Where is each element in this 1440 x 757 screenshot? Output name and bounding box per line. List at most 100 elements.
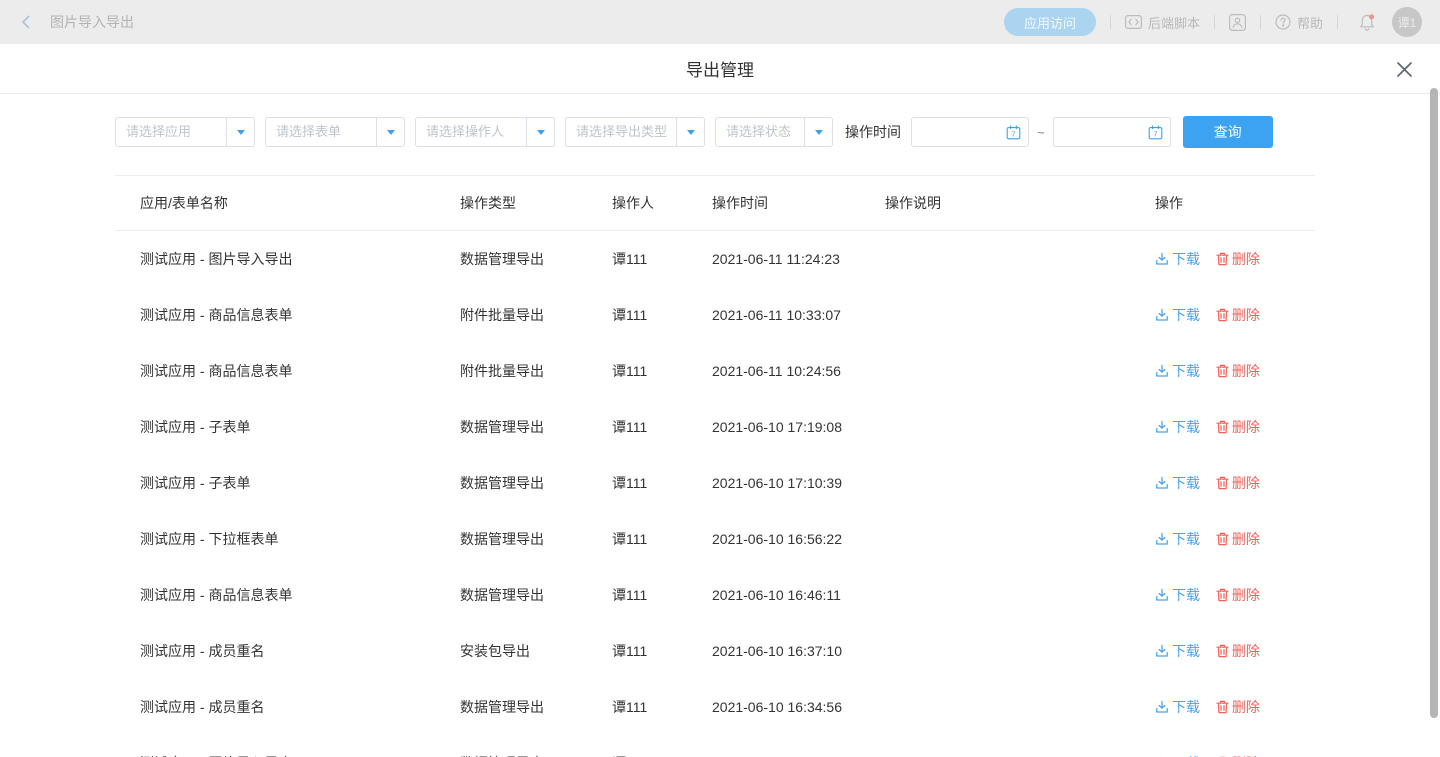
top-header: 图片导入导出 应用访问 后端脚本 帮助 谭1 — [0, 0, 1440, 44]
avatar[interactable]: 谭1 — [1392, 7, 1422, 37]
range-separator: ~ — [1037, 125, 1045, 140]
cell-app-form-name: 测试应用 - 图片导入导出 — [140, 753, 460, 757]
delete-label: 删除 — [1232, 753, 1260, 757]
download-icon — [1155, 252, 1169, 266]
vertical-scrollbar[interactable] — [1430, 88, 1438, 718]
delete-link[interactable]: 删除 — [1216, 249, 1260, 269]
cell-operator: 谭111 — [612, 753, 712, 757]
date-start-input[interactable]: 7 — [911, 117, 1029, 147]
select-placeholder: 请选择导出类型 — [566, 118, 676, 146]
chevron-down-icon[interactable] — [676, 118, 704, 146]
filter-select[interactable]: 请选择导出类型 — [565, 117, 705, 147]
cell-operation-type: 安装包导出 — [460, 641, 612, 661]
chevron-down-icon[interactable] — [376, 118, 404, 146]
delete-link[interactable]: 删除 — [1216, 753, 1260, 757]
table-row: 测试应用 - 商品信息表单 附件批量导出 谭111 2021-06-11 10:… — [115, 287, 1315, 343]
cell-app-form-name: 测试应用 - 子表单 — [140, 417, 460, 437]
delete-link[interactable]: 删除 — [1216, 529, 1260, 549]
select-placeholder: 请选择表单 — [266, 118, 376, 146]
trash-icon — [1216, 364, 1229, 378]
help-label: 帮助 — [1297, 13, 1323, 32]
filter-select[interactable]: 请选择状态 — [715, 117, 833, 147]
cell-operation-type: 附件批量导出 — [460, 361, 612, 381]
download-label: 下载 — [1172, 641, 1200, 661]
table-row: 测试应用 - 成员重名 安装包导出 谭111 2021-06-10 16:37:… — [115, 623, 1315, 679]
svg-text:7: 7 — [1153, 129, 1157, 138]
download-link[interactable]: 下载 — [1155, 417, 1200, 437]
chevron-down-icon[interactable] — [226, 118, 254, 146]
delete-link[interactable]: 删除 — [1216, 585, 1260, 605]
table-row: 测试应用 - 成员重名 数据管理导出 谭111 2021-06-10 16:34… — [115, 679, 1315, 735]
delete-link[interactable]: 删除 — [1216, 473, 1260, 493]
download-label: 下载 — [1172, 361, 1200, 381]
date-start-field[interactable] — [912, 118, 1006, 146]
export-table: 应用/表单名称操作类型操作人操作时间操作说明操作 测试应用 - 图片导入导出 数… — [115, 175, 1315, 757]
svg-text:7: 7 — [1011, 129, 1015, 138]
cell-actions: 下载 删除 — [1155, 305, 1315, 325]
filter-select[interactable]: 请选择表单 — [265, 117, 405, 147]
trash-icon — [1216, 588, 1229, 602]
backend-script-button[interactable]: 后端脚本 — [1125, 13, 1200, 32]
cell-app-form-name: 测试应用 - 下拉框表单 — [140, 529, 460, 549]
delete-link[interactable]: 删除 — [1216, 417, 1260, 437]
download-link[interactable]: 下载 — [1155, 753, 1200, 757]
table-row: 测试应用 - 下拉框表单 数据管理导出 谭111 2021-06-10 16:5… — [115, 511, 1315, 567]
download-link[interactable]: 下载 — [1155, 473, 1200, 493]
filter-select[interactable]: 请选择应用 — [115, 117, 255, 147]
filter-bar: 请选择应用 请选择表单 请选择操作人 请选择导出类型 请选择状态 操作时间 7 … — [115, 116, 1440, 148]
download-icon — [1155, 308, 1169, 322]
chevron-down-icon[interactable] — [804, 118, 832, 146]
delete-link[interactable]: 删除 — [1216, 361, 1260, 381]
trash-icon — [1216, 308, 1229, 322]
members-icon[interactable] — [1229, 14, 1246, 31]
calendar-icon[interactable]: 7 — [1006, 125, 1021, 140]
calendar-icon[interactable]: 7 — [1148, 125, 1163, 140]
download-link[interactable]: 下载 — [1155, 697, 1200, 717]
operation-time-label: 操作时间 — [845, 122, 901, 142]
cell-operation-type: 数据管理导出 — [460, 585, 612, 605]
cell-operation-time: 2021-06-10 16:46:11 — [712, 587, 885, 603]
cell-actions: 下载 删除 — [1155, 417, 1315, 437]
divider — [1260, 15, 1261, 29]
chevron-down-icon[interactable] — [526, 118, 554, 146]
help-button[interactable]: 帮助 — [1275, 13, 1323, 32]
delete-link[interactable]: 删除 — [1216, 305, 1260, 325]
download-link[interactable]: 下载 — [1155, 641, 1200, 661]
download-link[interactable]: 下载 — [1155, 305, 1200, 325]
delete-link[interactable]: 删除 — [1216, 697, 1260, 717]
download-link[interactable]: 下载 — [1155, 249, 1200, 269]
download-icon — [1155, 364, 1169, 378]
download-label: 下载 — [1172, 753, 1200, 757]
delete-label: 删除 — [1232, 361, 1260, 381]
delete-link[interactable]: 删除 — [1216, 641, 1260, 661]
back-icon[interactable] — [18, 14, 34, 30]
cell-operation-time: 2021-06-10 16:37:10 — [712, 643, 885, 659]
column-header: 操作人 — [612, 193, 712, 213]
delete-label: 删除 — [1232, 249, 1260, 269]
date-end-field[interactable] — [1054, 118, 1148, 146]
export-management-modal: 导出管理 请选择应用 请选择表单 请选择操作人 请选择导出类型 请选择状态 操作… — [0, 44, 1440, 757]
cell-actions: 下载 删除 — [1155, 753, 1315, 757]
download-link[interactable]: 下载 — [1155, 529, 1200, 549]
search-button[interactable]: 查询 — [1183, 116, 1273, 148]
download-link[interactable]: 下载 — [1155, 585, 1200, 605]
close-icon[interactable] — [1392, 57, 1416, 81]
download-label: 下载 — [1172, 529, 1200, 549]
column-header: 应用/表单名称 — [140, 193, 460, 213]
notifications-button[interactable] — [1358, 13, 1376, 32]
cell-operator: 谭111 — [612, 249, 712, 269]
table-body: 测试应用 - 图片导入导出 数据管理导出 谭111 2021-06-11 11:… — [115, 231, 1315, 757]
download-icon — [1155, 420, 1169, 434]
backend-script-label: 后端脚本 — [1148, 13, 1200, 32]
filter-select[interactable]: 请选择操作人 — [415, 117, 555, 147]
delete-label: 删除 — [1232, 305, 1260, 325]
cell-operation-time: 2021-06-10 16:56:22 — [712, 531, 885, 547]
app-access-button[interactable]: 应用访问 — [1004, 8, 1096, 36]
delete-label: 删除 — [1232, 697, 1260, 717]
download-link[interactable]: 下载 — [1155, 361, 1200, 381]
cell-app-form-name: 测试应用 - 成员重名 — [140, 641, 460, 661]
download-label: 下载 — [1172, 249, 1200, 269]
delete-label: 删除 — [1232, 473, 1260, 493]
cell-operation-type: 数据管理导出 — [460, 529, 612, 549]
date-end-input[interactable]: 7 — [1053, 117, 1171, 147]
